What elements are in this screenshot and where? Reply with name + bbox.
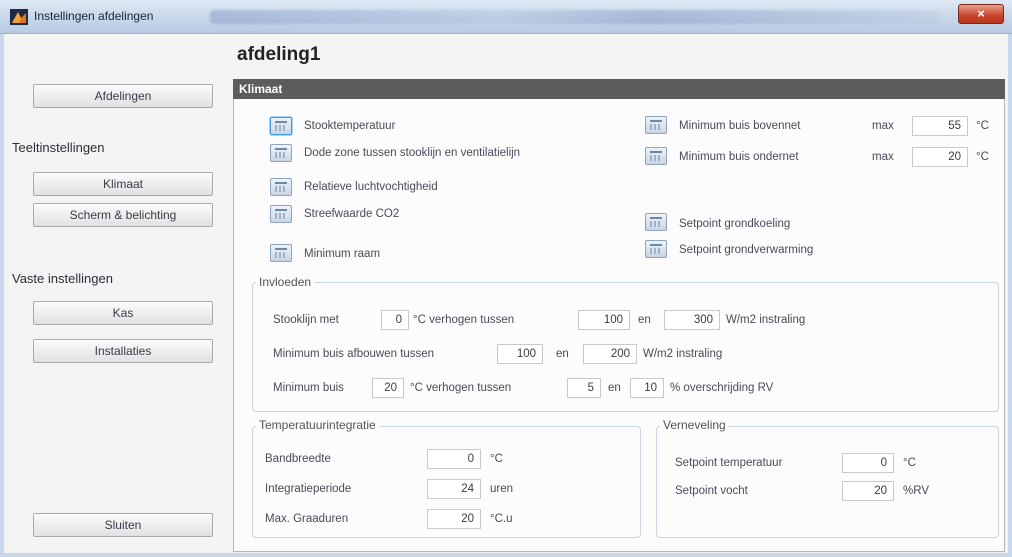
- minimum-buis-rv-verhogen-label: °C verhogen tussen: [410, 382, 512, 394]
- minimum-buis-ondernet-table-icon[interactable]: [645, 147, 667, 165]
- window-titlebar: Instellingen afdelingen ×: [0, 0, 1012, 34]
- sluiten-button[interactable]: Sluiten: [33, 513, 213, 537]
- bandbreedte-input[interactable]: 0: [427, 449, 481, 469]
- setpoint-temperatuur-label: Setpoint temperatuur: [675, 457, 783, 469]
- setpoint-grondverwarming-label: Setpoint grondverwarming: [679, 244, 814, 256]
- ondernet-max-input[interactable]: 20: [912, 147, 968, 167]
- stooklijn-verhoging-input[interactable]: 0: [381, 310, 409, 330]
- ondernet-max-label: max: [872, 151, 894, 163]
- dode-zone-label: Dode zone tussen stooklijn en ventilatie…: [304, 147, 521, 159]
- kas-button[interactable]: Kas: [33, 301, 213, 325]
- bovennet-max-input[interactable]: 55: [912, 116, 968, 136]
- rv-overschrijding-tot-input[interactable]: 10: [630, 378, 664, 398]
- stooklijn-instraling-label: W/m2 instraling: [726, 314, 806, 326]
- klimaat-button[interactable]: Klimaat: [33, 172, 213, 196]
- stooktemperatuur-label: Stooktemperatuur: [304, 120, 396, 132]
- stooklijn-straling-van-input[interactable]: 100: [578, 310, 630, 330]
- afbouwen-van-input[interactable]: 100: [497, 344, 543, 364]
- relatieve-luchtvochtigheid-label: Relatieve luchtvochtigheid: [304, 181, 438, 193]
- page-title: afdeling1: [237, 44, 321, 65]
- setpoint-grondkoeling-table-icon[interactable]: [645, 213, 667, 231]
- minimum-buis-afbouwen-label: Minimum buis afbouwen tussen: [273, 348, 435, 360]
- stooklijn-straling-tot-input[interactable]: 300: [664, 310, 720, 330]
- setpoint-temperatuur-unit: °C: [903, 457, 916, 469]
- invloeden-title: Invloeden: [256, 275, 315, 289]
- bovennet-max-label: max: [872, 120, 894, 132]
- afbouwen-instraling-label: W/m2 instraling: [643, 348, 723, 360]
- max-graaduren-unit: °C.u: [490, 513, 513, 525]
- afdelingen-button[interactable]: Afdelingen: [33, 84, 213, 108]
- stooklijn-verhogen-label: °C verhogen tussen: [413, 314, 515, 326]
- integratieperiode-input[interactable]: 24: [427, 479, 481, 499]
- rv-overschrijding-van-input[interactable]: 5: [567, 378, 601, 398]
- bandbreedte-unit: °C: [490, 453, 503, 465]
- bovennet-unit: °C: [976, 120, 989, 132]
- max-graaduren-label: Max. Graaduren: [265, 513, 349, 525]
- teeltinstellingen-heading: Teeltinstellingen: [12, 140, 105, 155]
- window-title: Instellingen afdelingen: [34, 9, 154, 23]
- minimum-buis-bovennet-label: Minimum buis bovennet: [679, 120, 801, 132]
- stooklijn-en-label: en: [638, 314, 651, 326]
- streefwaarde-co2-table-icon[interactable]: [270, 205, 292, 223]
- app-icon: [10, 9, 28, 25]
- verneveling-title: Verneveling: [660, 418, 729, 432]
- minimum-buis-bovennet-table-icon[interactable]: [645, 116, 667, 134]
- installaties-button[interactable]: Installaties: [33, 339, 213, 363]
- afbouwen-en-label: en: [556, 348, 569, 360]
- scherm-belichting-button[interactable]: Scherm & belichting: [33, 203, 213, 227]
- stooklijn-met-label: Stooklijn met: [273, 314, 339, 326]
- integratieperiode-unit: uren: [490, 483, 514, 495]
- max-graaduren-input[interactable]: 20: [427, 509, 481, 529]
- vaste-instellingen-heading: Vaste instellingen: [12, 271, 113, 286]
- setpoint-vocht-label: Setpoint vocht: [675, 485, 748, 497]
- minimum-buis-ondernet-label: Minimum buis ondernet: [679, 151, 799, 163]
- ondernet-unit: °C: [976, 151, 989, 163]
- setpoint-grondkoeling-label: Setpoint grondkoeling: [679, 218, 791, 230]
- dode-zone-table-icon[interactable]: [270, 144, 292, 162]
- minimum-buis-rv-verhoging-input[interactable]: 20: [372, 378, 404, 398]
- minimum-raam-table-icon[interactable]: [270, 244, 292, 262]
- bandbreedte-label: Bandbreedte: [265, 453, 331, 465]
- verneveling-groupbox: [656, 426, 999, 538]
- minimum-buis-rv-label: Minimum buis: [273, 382, 344, 394]
- rv-overschrijding-label: % overschrijding RV: [670, 382, 774, 394]
- titlebar-blur: [210, 10, 940, 24]
- setpoint-grondverwarming-table-icon[interactable]: [645, 240, 667, 258]
- close-button[interactable]: ×: [958, 4, 1004, 24]
- klimaat-header: Klimaat: [233, 79, 1005, 99]
- setpoint-vocht-unit: %RV: [903, 485, 929, 497]
- afbouwen-tot-input[interactable]: 200: [583, 344, 637, 364]
- minimum-raam-label: Minimum raam: [304, 248, 381, 260]
- streefwaarde-co2-label: Streefwaarde CO2: [304, 208, 400, 220]
- temperatuurintegratie-title: Temperatuurintegratie: [256, 418, 379, 432]
- setpoint-vocht-input[interactable]: 20: [842, 481, 894, 501]
- stooktemperatuur-table-icon[interactable]: [270, 117, 292, 135]
- relatieve-luchtvochtigheid-table-icon[interactable]: [270, 178, 292, 196]
- setpoint-temperatuur-input[interactable]: 0: [842, 453, 894, 473]
- integratieperiode-label: Integratieperiode: [265, 483, 352, 495]
- rv-en-label: en: [608, 382, 621, 394]
